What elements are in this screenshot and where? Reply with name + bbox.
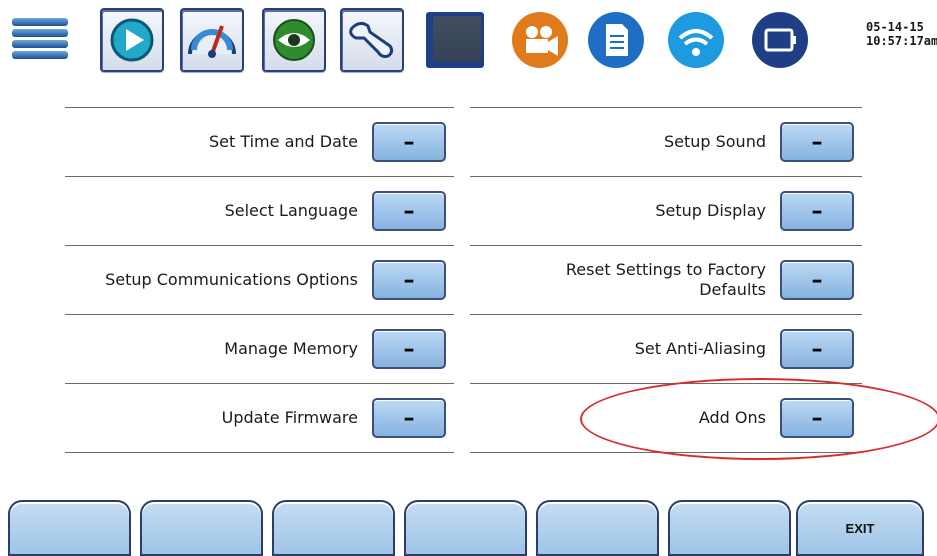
softkey-bar: EXIT xyxy=(8,500,937,556)
wifi-icon[interactable] xyxy=(664,8,728,72)
settings-column-right: Setup Sound – Setup Display – Reset Sett… xyxy=(470,107,862,453)
settings-row: Reset Settings to Factory Defaults – xyxy=(470,245,862,314)
wrench-icon[interactable] xyxy=(340,8,404,72)
date-text: 05-14-15 xyxy=(866,20,924,34)
top-toolbar: 05-14-15 10:57:17am xyxy=(0,0,937,80)
time-text: 10:57:17am xyxy=(866,34,937,48)
screen-icon[interactable] xyxy=(424,8,488,72)
setting-label: Set Anti-Aliasing xyxy=(634,339,766,358)
settings-row: Select Language – xyxy=(65,176,454,245)
update-firmware-button[interactable]: – xyxy=(372,398,446,438)
settings-row: Add Ons – xyxy=(470,383,862,453)
setting-label: Set Time and Date xyxy=(208,132,358,151)
setup-sound-button[interactable]: – xyxy=(780,122,854,162)
softkey-3[interactable] xyxy=(272,500,395,556)
setting-label: Setup Sound xyxy=(663,132,766,151)
setting-label: Update Firmware xyxy=(221,408,358,427)
gauge-icon[interactable] xyxy=(180,8,244,72)
play-icon[interactable] xyxy=(100,8,164,72)
softkey-5[interactable] xyxy=(536,500,659,556)
battery-icon[interactable] xyxy=(748,8,812,72)
settings-row: Set Anti-Aliasing – xyxy=(470,314,862,383)
softkey-4[interactable] xyxy=(404,500,527,556)
softkey-6[interactable] xyxy=(668,500,791,556)
setting-label: Reset Settings to Factory Defaults xyxy=(565,260,766,299)
date-time-display: 05-14-15 10:57:17am xyxy=(866,20,937,48)
settings-row: Setup Display – xyxy=(470,176,862,245)
menu-stack-icon[interactable] xyxy=(8,8,72,72)
set-anti-aliasing-button[interactable]: – xyxy=(780,329,854,369)
setting-label: Manage Memory xyxy=(224,339,358,358)
settings-column-left: Set Time and Date – Select Language – Se… xyxy=(65,107,454,453)
manage-memory-button[interactable]: – xyxy=(372,329,446,369)
softkey-2[interactable] xyxy=(140,500,263,556)
setup-display-button[interactable]: – xyxy=(780,191,854,231)
eye-icon[interactable] xyxy=(262,8,326,72)
document-icon[interactable] xyxy=(584,8,648,72)
add-ons-button[interactable]: – xyxy=(780,398,854,438)
setup-communications-button[interactable]: – xyxy=(372,260,446,300)
video-camera-icon[interactable] xyxy=(508,8,572,72)
settings-row: Update Firmware – xyxy=(65,383,454,453)
settings-row: Setup Communications Options – xyxy=(65,245,454,314)
reset-factory-defaults-button[interactable]: – xyxy=(780,260,854,300)
settings-row: Set Time and Date – xyxy=(65,107,454,176)
settings-row: Setup Sound – xyxy=(470,107,862,176)
exit-button[interactable]: EXIT xyxy=(796,500,924,556)
set-time-and-date-button[interactable]: – xyxy=(372,122,446,162)
setting-label: Add Ons xyxy=(698,408,766,427)
setting-label: Select Language xyxy=(224,201,358,220)
select-language-button[interactable]: – xyxy=(372,191,446,231)
settings-row: Manage Memory – xyxy=(65,314,454,383)
softkey-1[interactable] xyxy=(8,500,131,556)
setting-label: Setup Display xyxy=(655,201,766,220)
setting-label: Setup Communications Options xyxy=(105,270,358,289)
